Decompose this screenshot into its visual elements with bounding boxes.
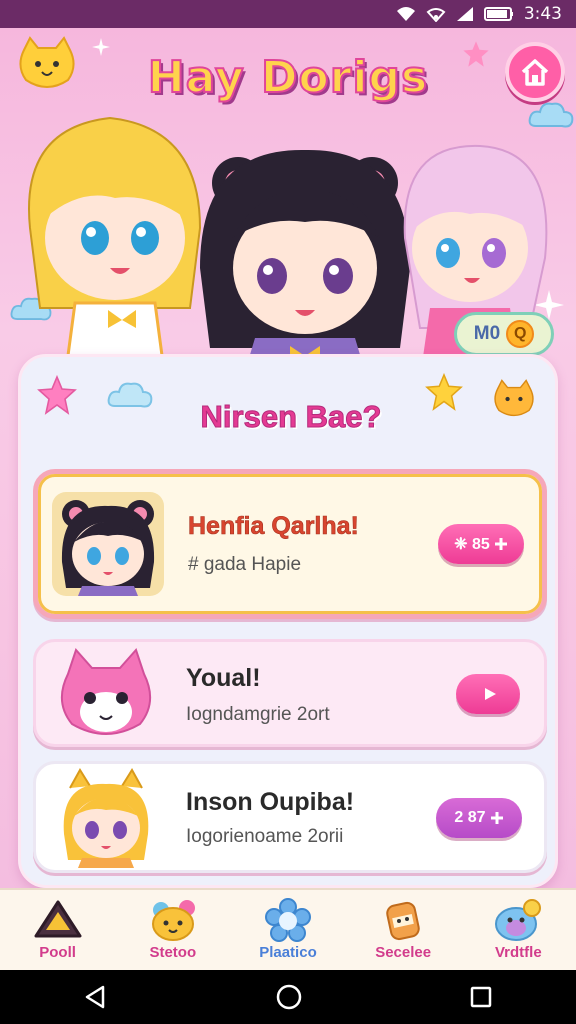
nav-item-vrdtfle[interactable]: Vrdtfle: [463, 890, 573, 961]
creature-icon: [495, 899, 542, 941]
home-circle-icon[interactable]: [275, 983, 303, 1011]
home-icon: [521, 59, 549, 86]
play-icon: [485, 688, 496, 700]
nav-label: Secelee: [375, 944, 432, 961]
status-time: 3:43: [523, 4, 562, 24]
bear-face-icon: [151, 900, 195, 941]
card-subtitle: Iogndamgrie 2ort: [186, 704, 330, 725]
nav-item-pooll[interactable]: Pooll: [3, 890, 113, 961]
card-play-button[interactable]: [456, 674, 520, 714]
character-avatar: [50, 644, 162, 744]
plus-icon: [494, 538, 507, 550]
nav-label: Plaatico: [259, 944, 317, 961]
card-subtitle: # gada Hapie: [188, 554, 302, 575]
pink-cat-avatar-icon: [61, 648, 151, 735]
plus-icon: [490, 812, 503, 824]
black-haired-girl-character: [200, 149, 410, 388]
nav-label: Stetoo: [149, 944, 197, 961]
character-card[interactable]: Youal! Iogndamgrie 2ort: [33, 639, 547, 747]
coin-icon: Q: [506, 320, 535, 348]
bear-girl-avatar-icon: [61, 500, 155, 596]
signal-icon: [456, 7, 473, 21]
card-subtitle: Iogorienoame 2orii: [186, 826, 344, 847]
status-bar: 3:43: [0, 0, 576, 28]
nav-label: Vrdtfle: [495, 944, 542, 961]
back-icon[interactable]: [83, 984, 109, 1010]
currency-label: M0: [473, 323, 501, 344]
battery-icon: [483, 7, 513, 21]
wifi-icon: [396, 7, 415, 21]
wifi-alt-icon: [426, 8, 446, 22]
character-card[interactable]: Henfia Qarlha! # gada Hapie ❈ 85: [33, 469, 547, 619]
recents-icon[interactable]: [469, 985, 493, 1009]
blonde-girl-character: [28, 116, 202, 380]
system-navigation-bar: [0, 970, 576, 1024]
character-avatar: [52, 492, 164, 596]
jar-icon: [386, 901, 420, 941]
card-button-label: ❈ 85: [454, 536, 490, 553]
nav-item-secelee[interactable]: Secelee: [348, 890, 458, 961]
character-card[interactable]: Inson Oupiba! Iogorienoame 2orii 2 87: [33, 761, 547, 873]
bottom-navigation: Pooll Stetoo Plaatico Secelee Vrdtfle: [0, 888, 576, 970]
selection-panel: Nirsen Bae? Henfia Qarlha! # gada Hapie …: [18, 354, 558, 888]
card-title: Henfia Qarlha!: [188, 512, 359, 541]
card-button-label: 2 87: [454, 809, 486, 826]
nav-item-stetoo[interactable]: Stetoo: [118, 890, 228, 961]
flower-icon: [264, 898, 311, 942]
card-action-button[interactable]: ❈ 85: [438, 524, 524, 564]
panel-title: Nirsen Bae?: [200, 399, 382, 435]
nav-item-plaatico[interactable]: Plaatico: [233, 890, 343, 961]
card-action-button[interactable]: 2 87: [436, 798, 522, 838]
card-title: Inson Oupiba!: [186, 788, 355, 816]
fox-girl-avatar-icon: [63, 768, 149, 868]
triangle-icon: [34, 900, 82, 938]
card-title: Youal!: [186, 664, 261, 692]
main-scene: Hay Dorigs M0 Q Nirsen Bae? Henfia Qarlh…: [0, 28, 576, 888]
nav-label: Pooll: [39, 944, 76, 961]
character-avatar: [50, 768, 162, 868]
currency-counter[interactable]: M0 Q: [454, 312, 554, 356]
